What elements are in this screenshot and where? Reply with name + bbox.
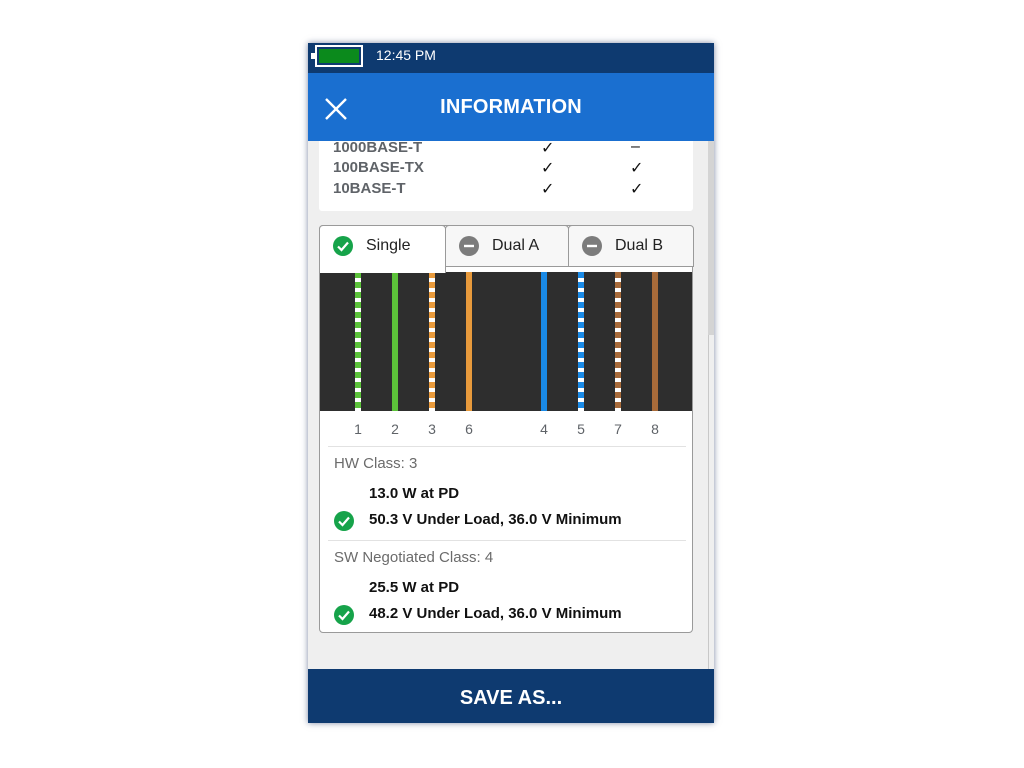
speed-label-1000base-t: 1000BASE-T [333,139,423,156]
wire-pin-8 [652,272,658,411]
tab-dual-b-label: Dual B [615,237,664,254]
speed-label-10base-t: 10BASE-T [333,180,406,197]
wire-map-diagram [320,272,692,411]
battery-level-fill [319,49,359,63]
divider [328,540,686,541]
save-as-label: SAVE AS... [459,687,563,709]
tab-dual-a-label: Dual A [492,237,540,254]
pin-label-4: 4 [540,421,548,437]
clock: 12:45 PM [376,47,436,63]
wire-pin-7 [615,272,621,411]
poe-result-card: Single Dual A Dual B 1 2 3 6 4 5 7 8 HW Class: … [319,225,694,633]
sw-voltage-value: 48.2 V Under Load, 36.0 V Minimum [369,605,622,622]
pin-label-5: 5 [577,421,585,437]
tab-single-label: Single [366,237,411,254]
tab-dual-b[interactable]: Dual B [568,225,694,267]
device-screen: 12:45 PM INFORMATION 1000BASE-T ✓ – 100B… [308,43,714,723]
page-title: INFORMATION [440,96,582,118]
save-as-button[interactable]: SAVE AS... [308,669,714,723]
speed-label-100base-tx: 100BASE-TX [333,159,424,176]
scrollbar-thumb[interactable] [708,141,714,335]
wire-pin-1 [355,272,361,411]
speed-100-col2-check: ✓ [630,160,644,177]
speed-10-col1-check: ✓ [541,181,555,198]
wire-pin-4 [541,272,547,411]
speed-100-col1-check: ✓ [541,160,555,177]
divider [328,446,686,447]
sw-power-value: 25.5 W at PD [369,579,460,596]
status-bar: 12:45 PM [308,43,714,73]
wire-pin-5 [578,272,584,411]
speed-10-col2-check: ✓ [630,181,644,198]
check-circle-icon [334,511,354,531]
wire-pin-2 [392,272,398,411]
minus-circle-icon [582,236,602,256]
wire-pin-3 [429,272,435,411]
hw-power-value: 13.0 W at PD [369,485,460,502]
pin-label-6: 6 [465,421,473,437]
hw-class-label: HW Class: 3 [334,455,418,472]
pin-label-8: 8 [651,421,659,437]
speed-1000-col2-dash: – [631,138,640,155]
speed-1000-col1-check: ✓ [541,140,555,157]
check-circle-icon [334,605,354,625]
pin-label-2: 2 [391,421,399,437]
scrollbar-track [708,335,709,670]
pin-label-7: 7 [614,421,622,437]
tab-dual-a[interactable]: Dual A [445,225,569,267]
title-bar: INFORMATION [308,73,714,141]
hw-voltage-value: 50.3 V Under Load, 36.0 V Minimum [369,511,622,528]
wire-pin-6 [466,272,472,411]
tab-single[interactable]: Single [319,225,446,273]
minus-circle-icon [459,236,479,256]
pin-label-3: 3 [428,421,436,437]
battery-icon [311,45,363,67]
pin-label-1: 1 [354,421,362,437]
check-circle-icon [333,236,353,256]
sw-class-label: SW Negotiated Class: 4 [334,549,494,566]
